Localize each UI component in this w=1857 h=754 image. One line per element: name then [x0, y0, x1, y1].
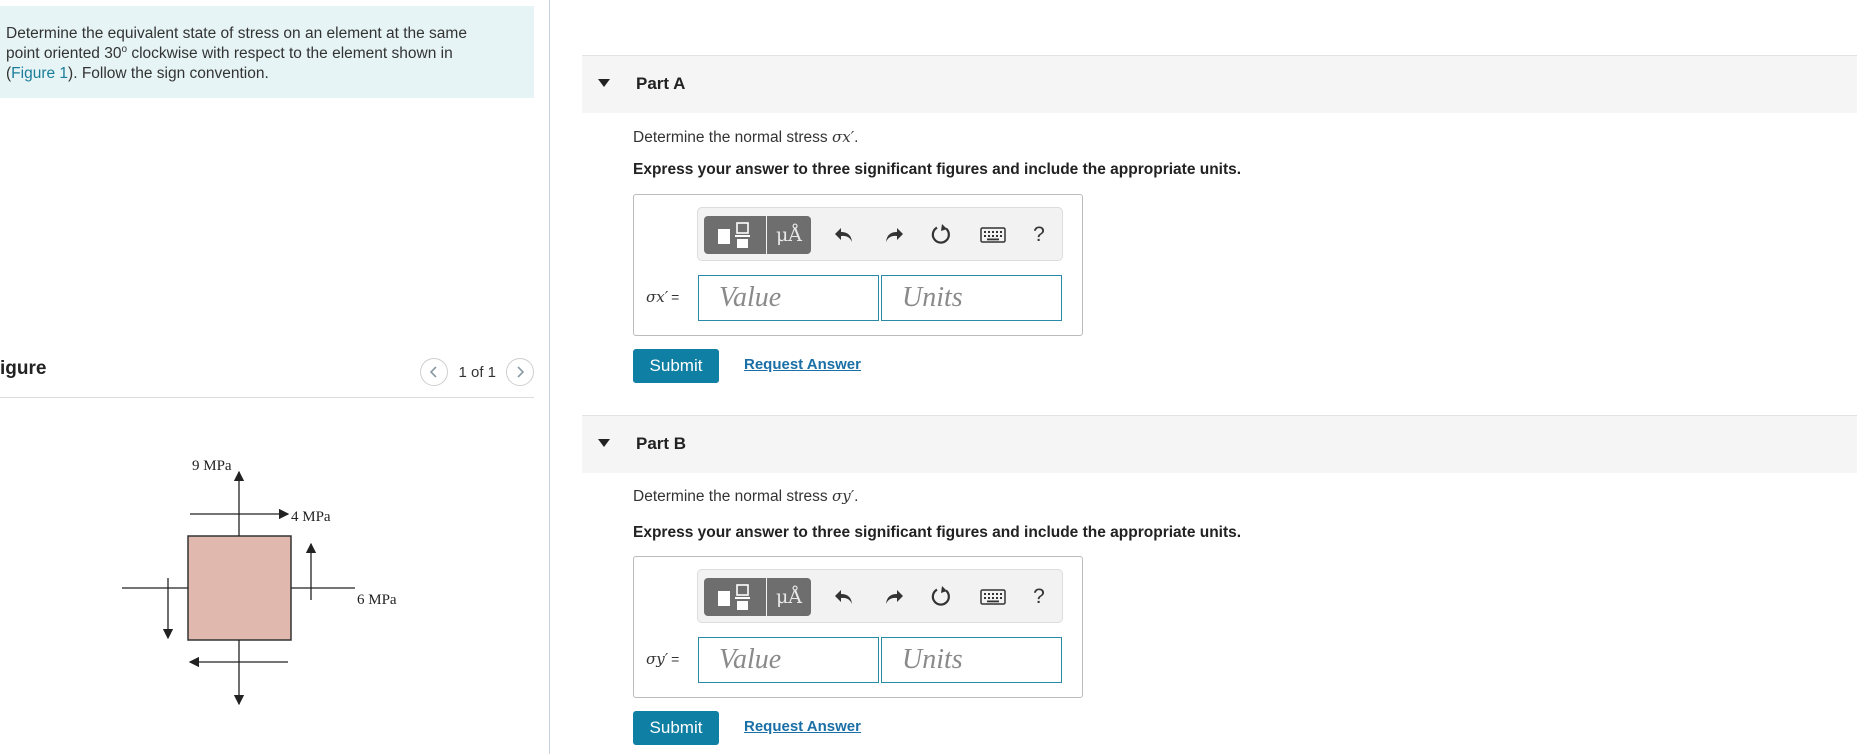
equals-sign: =	[671, 651, 680, 667]
part-a-answer-box: μÅ ? σx′ =	[633, 194, 1083, 336]
help-button[interactable]: ?	[1024, 578, 1054, 616]
label-9-mpa: 9 MPa	[192, 458, 232, 474]
problem-statement: Determine the equivalent state of stress…	[0, 6, 534, 98]
math-toolbar: μÅ ?	[697, 207, 1063, 261]
redo-icon[interactable]	[879, 578, 909, 616]
panel-divider	[549, 0, 550, 754]
units-symbols-button[interactable]: μÅ	[767, 578, 811, 616]
part-b-answer-box: μÅ ? σy′ =	[633, 556, 1083, 698]
prompt-line-1: Determine the equivalent state of stress…	[6, 25, 467, 42]
collapse-caret-icon[interactable]	[598, 79, 610, 87]
fraction-template-icon	[718, 222, 750, 248]
value-input[interactable]	[698, 637, 879, 683]
keyboard-icon[interactable]	[978, 578, 1008, 616]
prev-figure-button[interactable]	[420, 358, 449, 386]
undo-icon[interactable]	[829, 216, 859, 254]
reset-icon[interactable]	[926, 578, 956, 616]
next-figure-button[interactable]	[506, 358, 534, 386]
figure-pager: 1 of 1	[420, 358, 534, 386]
part-a-submit-button[interactable]: Submit	[633, 349, 719, 383]
redo-icon[interactable]	[879, 216, 909, 254]
collapse-caret-icon[interactable]	[598, 439, 610, 447]
part-b-title: Part B	[636, 434, 687, 453]
answer-symbol: σy′	[646, 650, 669, 668]
chevron-right-icon	[517, 366, 525, 378]
stress-element	[187, 535, 292, 641]
part-b-instruction: Express your answer to three significant…	[633, 524, 1242, 541]
label-4-mpa: 4 MPa	[291, 509, 331, 525]
templates-button[interactable]	[704, 216, 766, 254]
units-input[interactable]	[881, 637, 1062, 683]
part-b-question: Determine the normal stress σy′.	[633, 487, 858, 506]
prompt-line-2: point oriented 30o clockwise with respec…	[6, 44, 534, 64]
units-input[interactable]	[881, 275, 1062, 321]
answer-label: σy′ =	[646, 650, 679, 668]
prompt-line-3: (Figure 1). Follow the sign convention.	[6, 64, 534, 84]
prompt-line-2-text: point oriented 30	[6, 45, 122, 62]
part-a-question-end: .	[854, 129, 859, 146]
chevron-left-icon	[430, 366, 438, 378]
help-button[interactable]: ?	[1024, 216, 1054, 254]
part-b-question-end: .	[854, 488, 859, 505]
figure-title: igure	[0, 358, 47, 379]
part-a-request-answer-link[interactable]: Request Answer	[744, 356, 861, 373]
part-b-question-text: Determine the normal stress	[633, 488, 832, 505]
answer-label: σx′ =	[646, 288, 679, 306]
answer-symbol: σx′	[646, 288, 669, 306]
part-a-question-symbol: σx′	[832, 128, 855, 146]
figure-header: igure 1 of 1	[0, 350, 534, 398]
label-6-mpa: 6 MPa	[357, 592, 397, 608]
undo-icon[interactable]	[829, 578, 859, 616]
math-toolbar: μÅ ?	[697, 569, 1063, 623]
part-a-instruction: Express your answer to three significant…	[633, 161, 1242, 178]
part-b-submit-button[interactable]: Submit	[633, 711, 719, 745]
part-a-title: Part A	[636, 74, 686, 93]
part-a-question: Determine the normal stress σx′.	[633, 128, 858, 147]
stress-element-figure: 9 MPa 4 MPa 6 MPa	[122, 458, 397, 706]
prompt-line-2-rest: clockwise with respect to the element sh…	[127, 45, 453, 62]
units-symbols-button[interactable]: μÅ	[767, 216, 811, 254]
part-b-header[interactable]: Part B	[582, 415, 1857, 473]
part-a-question-text: Determine the normal stress	[633, 129, 832, 146]
templates-button[interactable]	[704, 578, 766, 616]
pager-label: 1 of 1	[458, 363, 496, 381]
fraction-template-icon	[718, 584, 750, 610]
equals-sign: =	[671, 289, 680, 305]
value-input[interactable]	[698, 275, 879, 321]
keyboard-icon[interactable]	[978, 216, 1008, 254]
part-b-question-symbol: σy′	[832, 487, 855, 505]
part-b-request-answer-link[interactable]: Request Answer	[744, 718, 861, 735]
prompt-line-3-rest: ). Follow the sign convention.	[68, 65, 269, 82]
figure-link[interactable]: Figure 1	[11, 65, 68, 82]
reset-icon[interactable]	[926, 216, 956, 254]
part-a-header[interactable]: Part A	[582, 55, 1857, 113]
